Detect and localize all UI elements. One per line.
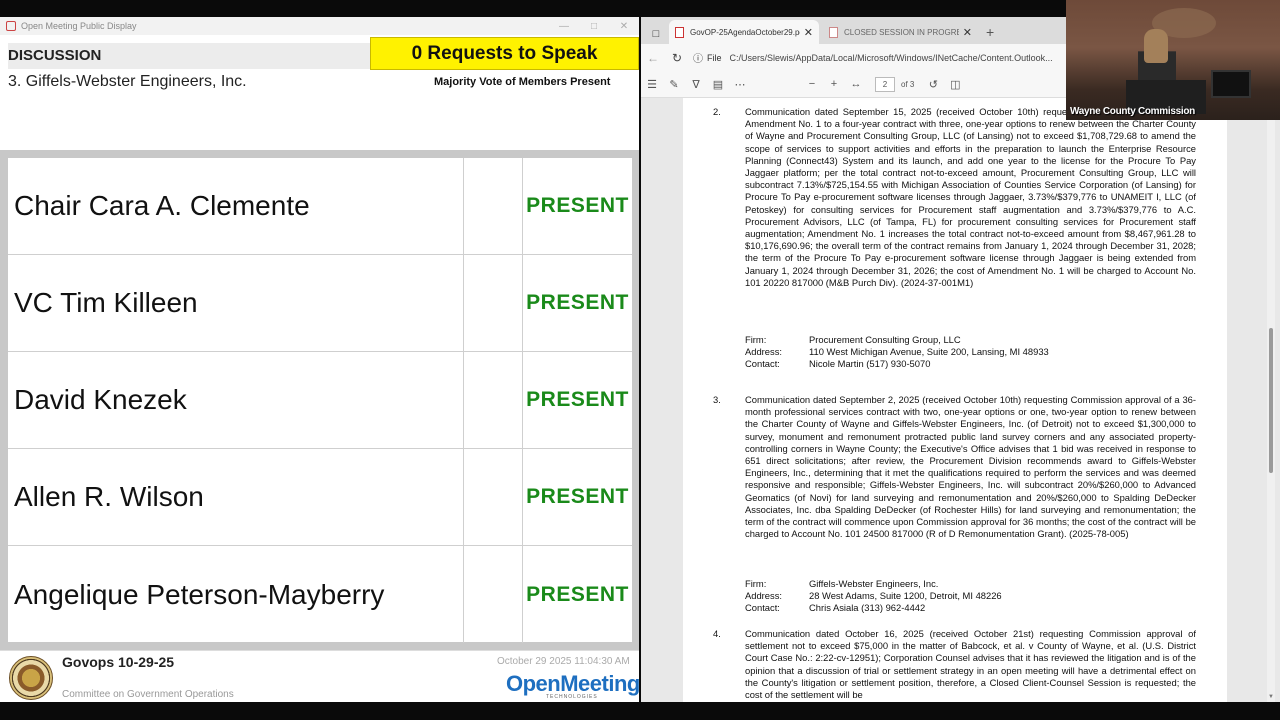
camera-feed: Wayne County Commission — [1066, 0, 1280, 120]
roster-row: Chair Cara A. Clemente PRESENT — [8, 158, 632, 255]
tab-label: GovOP-25AgendaOctober29.pdf — [690, 27, 800, 37]
vote-requirement: Majority Vote of Members Present — [434, 76, 611, 88]
agenda-item: 3. Giffels-Webster Engineers, Inc. — [8, 73, 247, 90]
speaker-hair — [1144, 29, 1168, 63]
section-label: DISCUSSION — [8, 43, 370, 69]
bottom-bar — [0, 702, 1280, 720]
roster-panel: Chair Cara A. Clemente PRESENT VC Tim Ki… — [0, 150, 639, 650]
attendance-status: PRESENT — [526, 485, 629, 508]
tab-closed-session[interactable]: CLOSED SESSION IN PROGRESS... ✕ — [823, 20, 978, 44]
entry-contact: Contact: Chris Asiala (313) 962-4442 — [745, 602, 926, 613]
roster-row: VC Tim Killeen PRESENT — [8, 255, 632, 352]
open-meeting-window: Open Meeting Public Display — □ ✕ DISCUS… — [0, 17, 640, 702]
address-scheme: File — [707, 52, 722, 63]
minimize-icon[interactable]: — — [549, 21, 579, 32]
camera-caption: Wayne County Commission — [1070, 106, 1195, 117]
page-total: of 3 — [901, 79, 915, 89]
attendance-status: PRESENT — [526, 291, 629, 314]
entry-firm: Firm: Procurement Consulting Group, LLC — [745, 334, 961, 345]
entry-text: Communication dated September 2, 2025 (r… — [745, 394, 1196, 540]
entry-number: 2. — [713, 106, 721, 117]
page-view-icon[interactable]: ◫ — [944, 78, 966, 91]
attendance-status: PRESENT — [526, 194, 629, 217]
highlight-icon[interactable]: ✎ — [663, 78, 685, 91]
pdf-page: 2. Communication dated September 15, 202… — [683, 98, 1227, 702]
app-icon — [6, 21, 16, 31]
vote-cell — [464, 546, 523, 643]
info-icon[interactable]: ⓘ — [693, 50, 703, 65]
entry-address: Address: 110 West Michigan Avenue, Suite … — [745, 346, 1049, 357]
back-icon[interactable]: ← — [641, 51, 665, 65]
member-name: Chair Cara A. Clemente — [8, 158, 464, 254]
vote-cell — [464, 255, 523, 351]
county-seal-logo — [9, 656, 53, 700]
om-footer: Govops 10-29-25 Committee on Government … — [0, 650, 640, 702]
agenda-entry: 2. Communication dated September 15, 202… — [713, 106, 1196, 369]
attendance-status: PRESENT — [526, 582, 629, 606]
zoom-out-icon[interactable]: − — [801, 78, 823, 90]
member-name: David Knezek — [8, 352, 464, 448]
refresh-icon[interactable]: ↻ — [665, 51, 689, 65]
roster-row: Allen R. Wilson PRESENT — [8, 449, 632, 546]
entry-text: Communication dated October 16, 2025 (re… — [745, 628, 1196, 701]
member-name: Allen R. Wilson — [8, 449, 464, 545]
om-header: DISCUSSION 0 Requests to Speak 3. Giffel… — [0, 35, 639, 90]
tab-label: CLOSED SESSION IN PROGRESS... — [844, 27, 959, 37]
attendance-status: PRESENT — [526, 388, 629, 411]
openmeeting-logo: OpenMeeting TECHNOLOGIES — [506, 671, 640, 700]
entry-number: 3. — [713, 394, 721, 405]
draw-icon[interactable]: ∇ — [685, 78, 707, 91]
zoom-in-icon[interactable]: + — [823, 78, 845, 90]
vote-cell — [464, 449, 523, 545]
agenda-entry: 3. Communication dated September 2, 2025… — [713, 394, 1196, 624]
monitor — [1211, 70, 1251, 98]
more-icon[interactable]: ⋯ — [729, 78, 751, 91]
read-aloud-icon[interactable]: ▤ — [707, 78, 729, 91]
rotate-icon[interactable]: ↺ — [922, 78, 944, 91]
entry-number: 4. — [713, 628, 721, 639]
entry-firm: Firm: Giffels-Webster Engineers, Inc. — [745, 578, 939, 589]
scroll-down-icon[interactable]: ▼ — [1267, 694, 1275, 700]
om-titlebar: Open Meeting Public Display — □ ✕ — [0, 17, 639, 35]
screen: Open Meeting Public Display — □ ✕ DISCUS… — [0, 0, 1280, 720]
meeting-name: Govops 10-29-25 — [62, 654, 175, 670]
tab-agenda-pdf[interactable]: GovOP-25AgendaOctober29.pdf ✕ — [669, 20, 819, 44]
logo-text: OpenMeeting — [506, 671, 640, 696]
om-window-title: Open Meeting Public Display — [21, 21, 137, 31]
committee-name: Committee on Government Operations — [62, 689, 234, 700]
vertical-scrollbar[interactable]: ▲ ▼ — [1267, 98, 1275, 702]
member-name: VC Tim Killeen — [8, 255, 464, 351]
address-path[interactable]: C:/Users/Slewis/AppData/Local/Microsoft/… — [730, 53, 1053, 63]
page-number-input[interactable]: 2 — [875, 76, 895, 92]
entry-contact: Contact: Nicole Martin (517) 930-5070 — [745, 358, 931, 369]
timestamp: October 29 2025 11:04:30 AM — [497, 656, 630, 667]
roster-row: David Knezek PRESENT — [8, 352, 632, 449]
fit-page-icon[interactable]: ↔ — [845, 78, 867, 90]
tab-actions-icon[interactable]: □ — [647, 24, 665, 44]
vote-cell — [464, 158, 523, 254]
contents-icon[interactable]: ☰ — [641, 78, 663, 91]
maximize-icon[interactable]: □ — [579, 21, 609, 32]
pdf-file-icon — [829, 26, 838, 38]
requests-to-speak-banner: 0 Requests to Speak — [370, 37, 639, 70]
close-tab-icon[interactable]: ✕ — [963, 26, 972, 39]
close-tab-icon[interactable]: ✕ — [804, 26, 813, 39]
roster-row: Angelique Peterson-Mayberry PRESENT — [8, 546, 632, 643]
vote-cell — [464, 352, 523, 448]
member-name: Angelique Peterson-Mayberry — [8, 546, 464, 643]
pdf-file-icon — [675, 26, 684, 38]
agenda-entry: 4. Communication dated October 16, 2025 … — [713, 628, 1196, 702]
entry-address: Address: 28 West Adams, Suite 1200, Detro… — [745, 590, 1002, 601]
new-tab-icon[interactable]: + — [986, 20, 994, 44]
close-icon[interactable]: ✕ — [609, 21, 639, 32]
scroll-thumb[interactable] — [1269, 328, 1273, 473]
roster-table: Chair Cara A. Clemente PRESENT VC Tim Ki… — [8, 158, 632, 643]
entry-text: Communication dated September 15, 2025 (… — [745, 106, 1196, 288]
